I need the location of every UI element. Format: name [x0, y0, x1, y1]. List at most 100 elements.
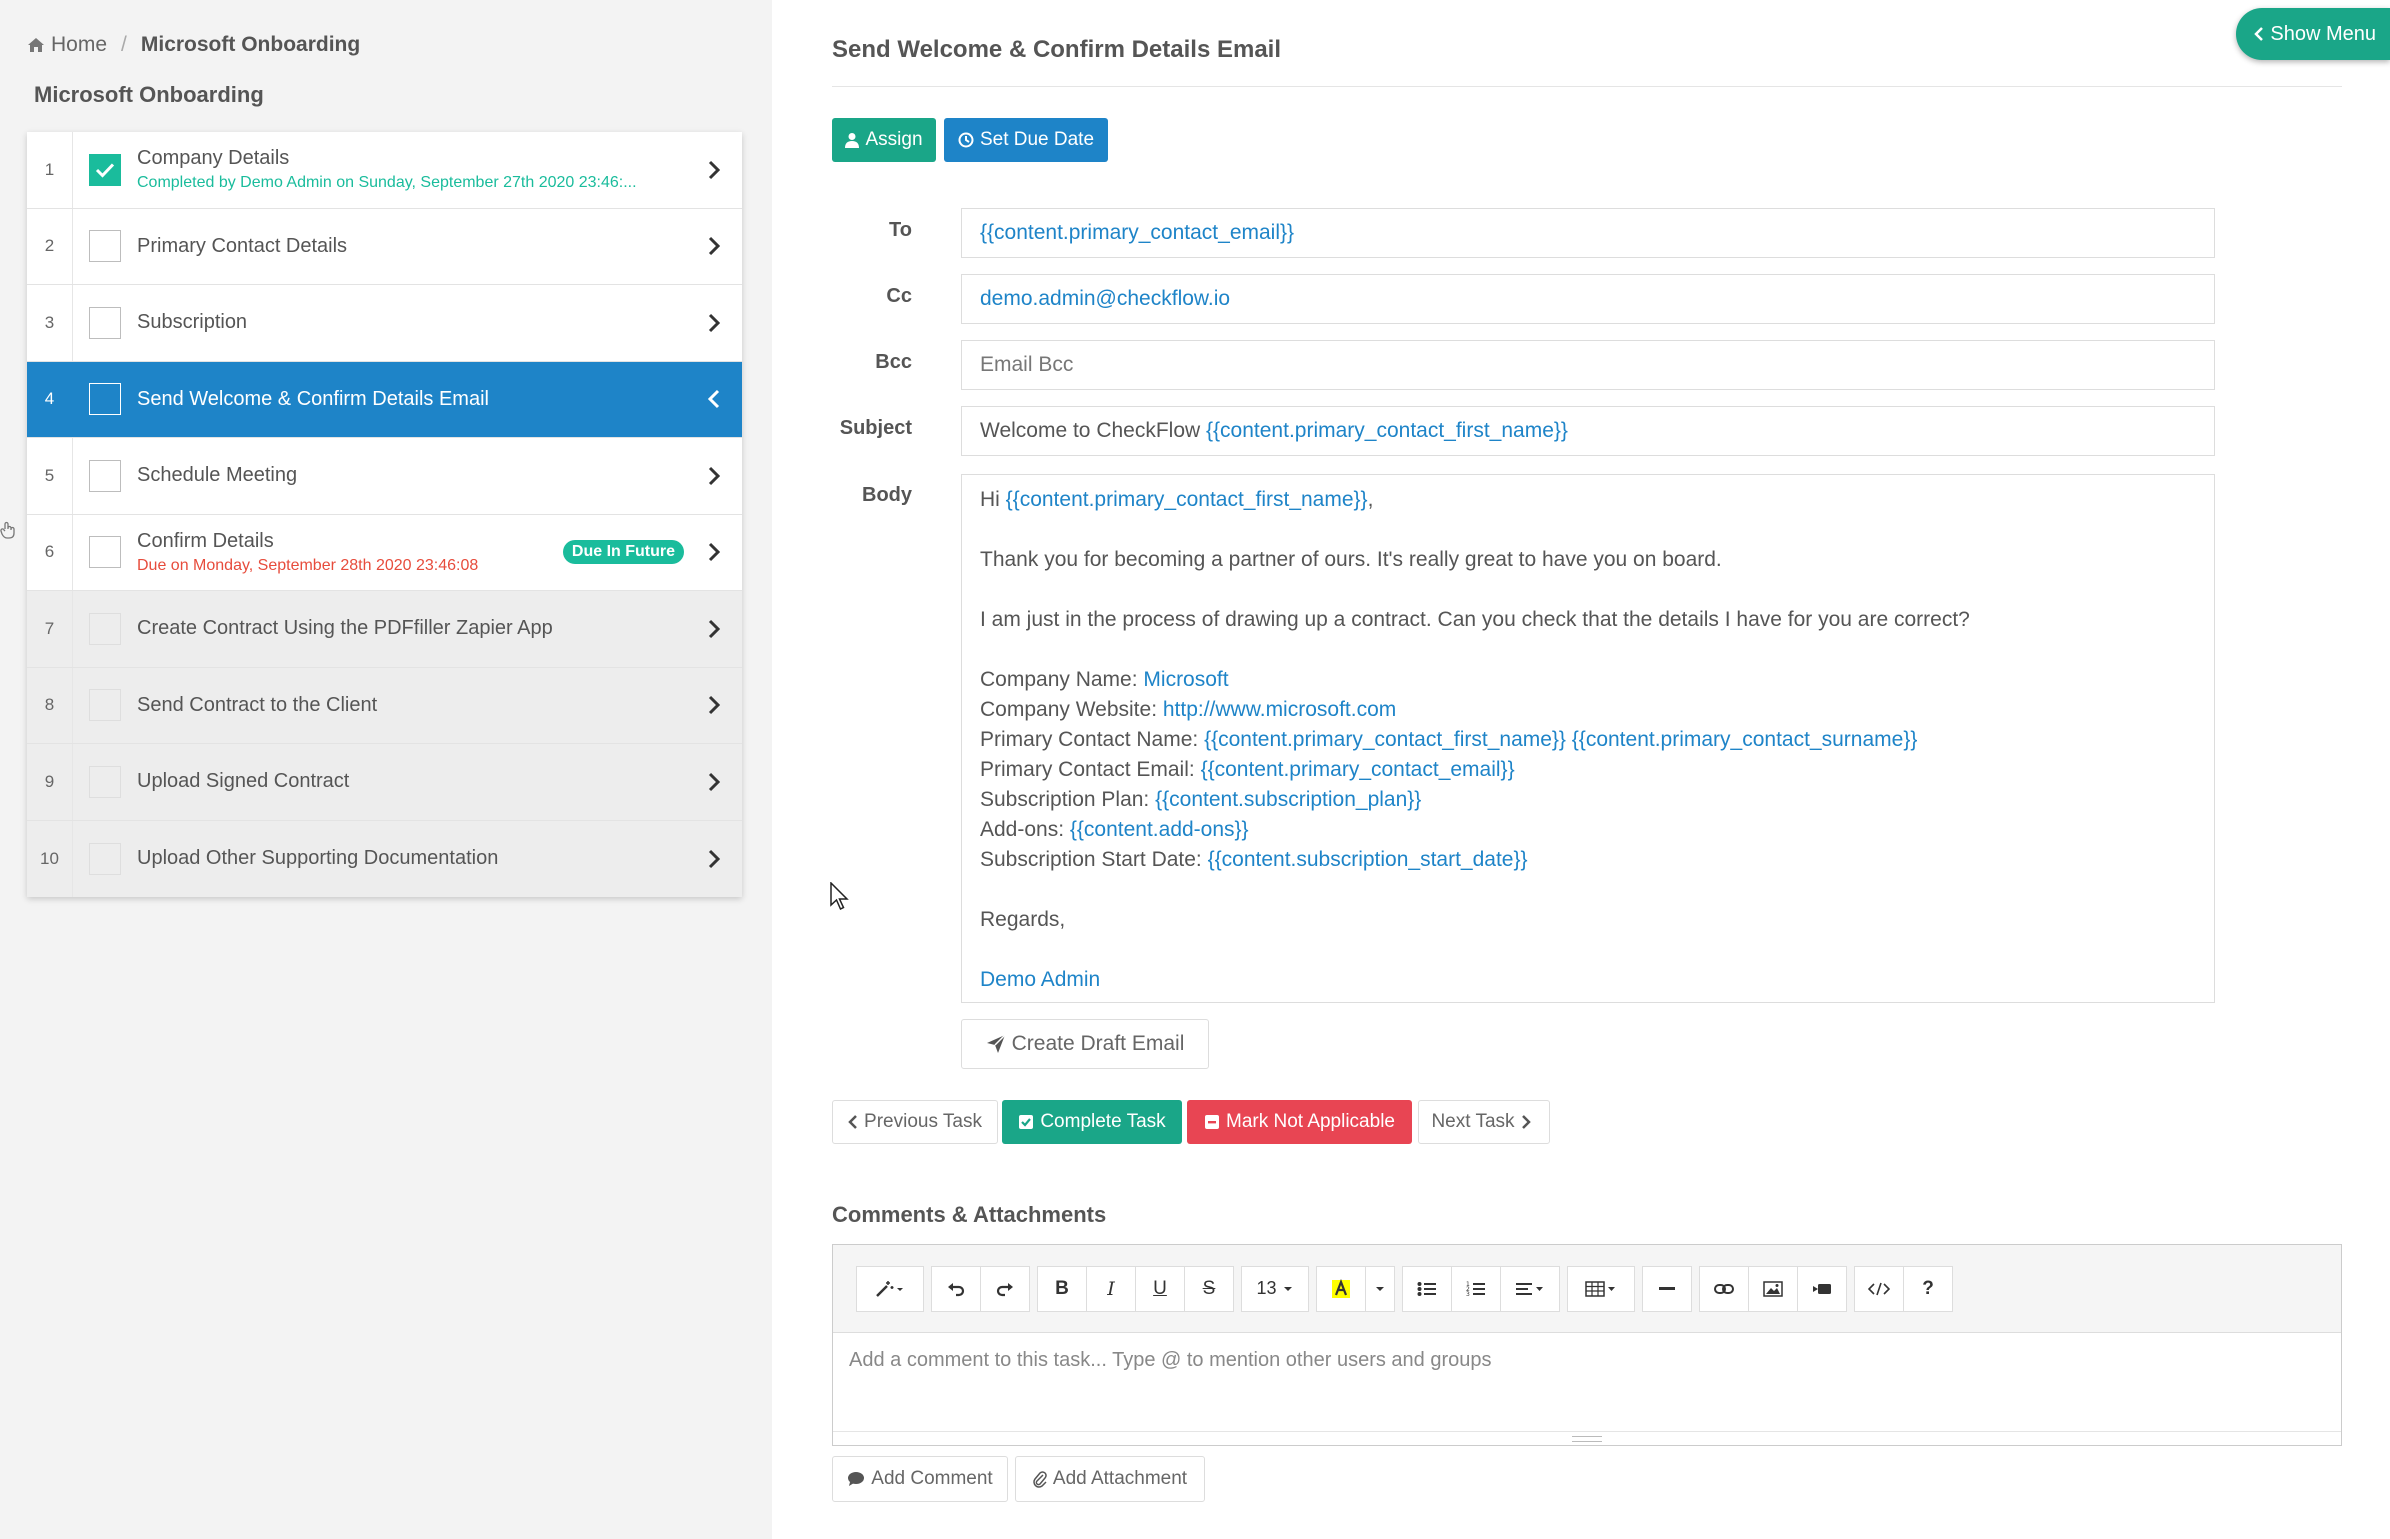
link-icon — [1714, 1283, 1734, 1294]
subject-text: Welcome to CheckFlow — [980, 419, 1207, 442]
create-draft-email-label: Create Draft Email — [1011, 1032, 1185, 1055]
numbered-list-icon: 123 — [1466, 1281, 1485, 1297]
add-comment-label: Add Comment — [871, 1468, 993, 1489]
show-menu-button[interactable]: Show Menu — [2236, 8, 2390, 60]
mark-not-applicable-label: Mark Not Applicable — [1226, 1111, 1395, 1132]
task-item-company-details[interactable]: 1 Company Details Completed by Demo Admi… — [27, 132, 742, 209]
bcc-placeholder: Email Bcc — [980, 353, 1074, 376]
chevron-right-icon — [694, 466, 734, 486]
font-size-value: 13 — [1256, 1278, 1277, 1298]
insert-video-button[interactable] — [1797, 1265, 1847, 1312]
svg-text:3: 3 — [1466, 1291, 1470, 1297]
next-task-button[interactable]: Next Task — [1418, 1100, 1550, 1144]
code-icon — [1868, 1282, 1890, 1295]
subject-label: Subject — [839, 417, 912, 439]
check-square-icon — [1019, 1115, 1034, 1129]
horizontal-rule-icon — [1659, 1286, 1675, 1290]
set-due-date-label: Set Due Date — [979, 129, 1095, 150]
add-comment-button[interactable]: Add Comment — [832, 1456, 1008, 1502]
insert-link-button[interactable] — [1699, 1265, 1749, 1312]
complete-task-button[interactable]: Complete Task — [1002, 1100, 1182, 1144]
task-item-send-welcome-email[interactable]: 4 Send Welcome & Confirm Details Email — [27, 361, 742, 438]
paperclip-icon — [1033, 1471, 1047, 1488]
cc-field[interactable]: demo.admin@checkflow.io — [961, 274, 2215, 324]
bcc-label: Bcc — [875, 351, 912, 373]
task-title: Upload Signed Contract — [137, 770, 350, 793]
assign-button[interactable]: Assign — [832, 118, 936, 162]
task-number: 4 — [27, 361, 73, 437]
insert-image-button[interactable] — [1748, 1265, 1798, 1312]
task-checkbox[interactable] — [89, 536, 121, 569]
editor-resize-handle[interactable] — [833, 1431, 2341, 1445]
set-due-date-button[interactable]: Set Due Date — [944, 118, 1108, 162]
redo-icon — [996, 1282, 1013, 1296]
video-icon — [1813, 1283, 1831, 1294]
horizontal-rule-button[interactable] — [1642, 1265, 1692, 1312]
subject-field[interactable]: Welcome to CheckFlow {{content.primary_c… — [961, 406, 2215, 456]
bullet-list-button[interactable] — [1402, 1265, 1452, 1312]
italic-button[interactable]: I — [1086, 1265, 1136, 1312]
comment-input[interactable]: Add a comment to this task... Type @ to … — [833, 1333, 2341, 1431]
drag-handle-icon[interactable] — [0, 521, 16, 544]
breadcrumb-home[interactable]: Home — [27, 33, 107, 57]
breadcrumb-home-label: Home — [51, 33, 108, 56]
task-checkbox[interactable] — [89, 153, 121, 186]
comment-placeholder: Add a comment to this task... Type @ to … — [849, 1349, 1492, 1371]
task-number: 7 — [27, 591, 73, 667]
task-checkbox — [89, 765, 121, 798]
chevron-right-icon — [694, 849, 734, 869]
code-view-button[interactable] — [1854, 1265, 1904, 1312]
body-editor[interactable]: Hi {{content.primary_contact_first_name}… — [961, 474, 2215, 1003]
body-paragraph-2: I am just in the process of drawing up a… — [980, 608, 1970, 631]
task-checkbox — [89, 612, 121, 645]
task-checkbox[interactable] — [89, 306, 121, 339]
clock-icon — [958, 132, 974, 148]
underline-button[interactable]: U — [1135, 1265, 1185, 1312]
task-number: 3 — [27, 285, 73, 361]
magic-wand-icon — [876, 1280, 903, 1297]
task-item-upload-other-docs[interactable]: 10 Upload Other Supporting Documentation — [27, 820, 742, 897]
task-item-schedule-meeting[interactable]: 5 Schedule Meeting — [27, 438, 742, 515]
font-size-dropdown[interactable]: 13 — [1241, 1265, 1309, 1312]
comment-icon — [848, 1472, 865, 1486]
bcc-field[interactable]: Email Bcc — [961, 340, 2215, 390]
help-icon: ? — [1922, 1277, 1934, 1299]
magic-style-button[interactable] — [856, 1265, 924, 1312]
to-field[interactable]: {{content.primary_contact_email}} — [961, 208, 2215, 258]
undo-button[interactable] — [931, 1265, 981, 1312]
task-checkbox[interactable] — [89, 383, 121, 416]
underline-icon: U — [1153, 1277, 1167, 1299]
breadcrumb-separator: / — [121, 33, 127, 56]
task-item-upload-signed-contract[interactable]: 9 Upload Signed Contract — [27, 744, 742, 821]
strikethrough-button[interactable]: S — [1184, 1265, 1234, 1312]
checklist-sidebar: Home / Microsoft Onboarding Microsoft On… — [0, 0, 772, 1539]
task-checkbox[interactable] — [89, 230, 121, 263]
previous-task-button[interactable]: Previous Task — [832, 1100, 998, 1144]
chevron-right-icon — [694, 542, 734, 562]
table-dropdown[interactable] — [1567, 1265, 1635, 1312]
caret-down-icon — [1283, 1286, 1292, 1291]
to-value: {{content.primary_contact_email}} — [980, 221, 1295, 244]
chevron-right-icon — [1521, 1115, 1531, 1129]
numbered-list-button[interactable]: 123 — [1451, 1265, 1501, 1312]
redo-button[interactable] — [980, 1265, 1030, 1312]
paragraph-align-dropdown[interactable] — [1500, 1265, 1560, 1312]
help-button[interactable]: ? — [1903, 1265, 1953, 1312]
task-checkbox[interactable] — [89, 459, 121, 492]
color-dropdown[interactable] — [1365, 1265, 1395, 1312]
align-left-icon — [1516, 1282, 1543, 1295]
task-item-confirm-details[interactable]: 6 Confirm Details Due on Monday, Septemb… — [0, 514, 742, 591]
bold-button[interactable]: B — [1037, 1265, 1087, 1312]
create-draft-email-button[interactable]: Create Draft Email — [961, 1019, 1209, 1069]
mark-not-applicable-button[interactable]: Mark Not Applicable — [1187, 1100, 1412, 1144]
highlight-color-button[interactable] — [1316, 1265, 1366, 1312]
italic-icon: I — [1107, 1277, 1115, 1300]
task-title: Upload Other Supporting Documentation — [137, 847, 499, 870]
task-item-subscription[interactable]: 3 Subscription — [27, 285, 742, 362]
highlight-icon — [1332, 1278, 1350, 1298]
task-item-create-contract[interactable]: 7 Create Contract Using the PDFfiller Za… — [27, 591, 742, 668]
task-item-primary-contact-details[interactable]: 2 Primary Contact Details — [27, 208, 742, 285]
task-item-send-contract[interactable]: 8 Send Contract to the Client — [27, 667, 742, 744]
add-attachment-button[interactable]: Add Attachment — [1015, 1456, 1205, 1502]
task-number: 1 — [27, 132, 73, 208]
